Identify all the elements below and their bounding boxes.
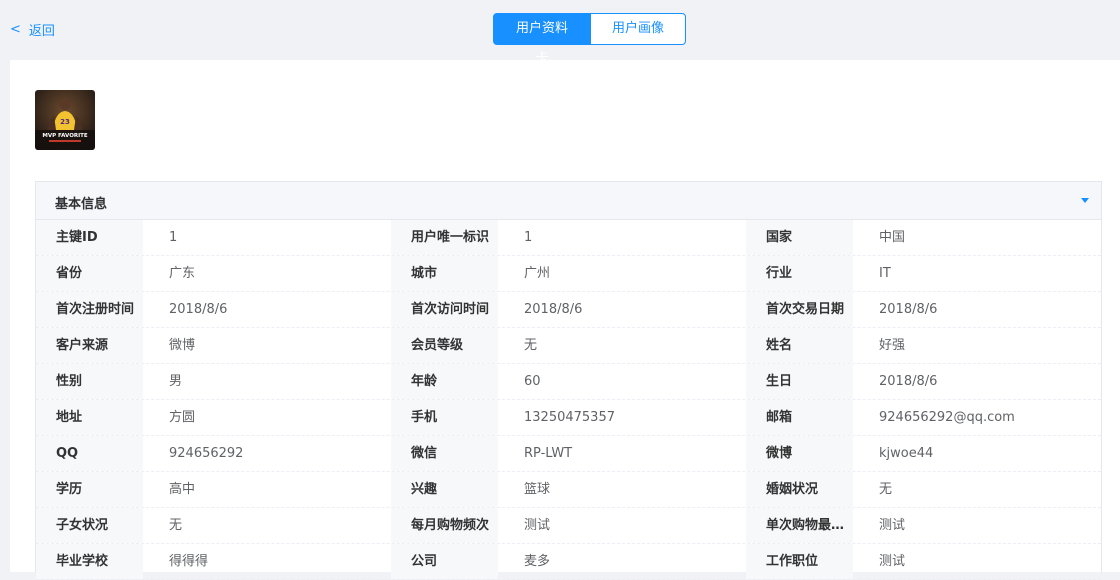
avatar-image: 23 MVP FAVORITE (35, 90, 95, 150)
field-value: 2018/8/6 (879, 302, 938, 317)
field-label: QQ (36, 436, 143, 471)
field-value: 男 (169, 374, 183, 389)
field-value: 1 (524, 230, 533, 245)
field-value: 60 (524, 374, 541, 389)
svg-text:MVP FAVORITE: MVP FAVORITE (42, 133, 88, 139)
field-value: 无 (879, 482, 893, 497)
field-label: 首次交易日期 (746, 292, 853, 327)
field-label: 兴趣 (391, 472, 498, 507)
field-label: 手机 (391, 400, 498, 435)
field-label: 地址 (36, 400, 143, 435)
field-value: 2018/8/6 (879, 374, 938, 389)
field-label: 行业 (746, 256, 853, 291)
field-value: 2018/8/6 (524, 302, 583, 317)
field-value: 924656292@qq.com (879, 410, 1015, 425)
info-grid: 主键ID 1 用户唯一标识 1 国家 中国 省份 广东 城市 广州 行业 IT … (36, 220, 1101, 580)
field-label: 工作职位 (746, 544, 853, 579)
field-value: 篮球 (524, 482, 551, 497)
field-label: 年龄 (391, 364, 498, 399)
field-value: 1 (169, 230, 178, 245)
tab-user-profile-card[interactable]: 用户资料卡 (493, 13, 591, 66)
field-label: 毕业学校 (36, 544, 143, 579)
avatar: 23 MVP FAVORITE (35, 90, 95, 150)
field-label: 主键ID (36, 220, 143, 255)
field-value: 广东 (169, 266, 196, 281)
field-value: 无 (169, 518, 183, 533)
main-content: 23 MVP FAVORITE 基本信息 主键ID 1 用户唯一标识 1 国家 … (10, 60, 1120, 580)
svg-text:23: 23 (60, 118, 70, 126)
field-value: 广州 (524, 266, 551, 281)
field-label: 国家 (746, 220, 853, 255)
field-label: 省份 (36, 256, 143, 291)
field-label: 子女状况 (36, 508, 143, 543)
field-label: 公司 (391, 544, 498, 579)
tab-user-portrait[interactable]: 用户画像 (591, 13, 686, 45)
field-label: 城市 (391, 256, 498, 291)
basic-info-panel: 基本信息 主键ID 1 用户唯一标识 1 国家 中国 省份 广东 城市 广州 行… (35, 181, 1102, 580)
back-button[interactable]: < 返回 (10, 20, 55, 39)
field-label: 用户唯一标识 (391, 220, 498, 255)
table-row: QQ 924656292 微信 RP-LWT 微博 kjwoe44 (36, 436, 1101, 472)
chevron-left-icon: < (10, 22, 21, 37)
field-value: 高中 (169, 482, 196, 497)
table-row: 地址 方圆 手机 13250475357 邮箱 924656292@qq.com (36, 400, 1101, 436)
field-label: 婚姻状况 (746, 472, 853, 507)
table-row: 客户来源 微博 会员等级 无 姓名 好强 (36, 328, 1101, 364)
panel-title: 基本信息 (55, 197, 108, 212)
field-value: 13250475357 (524, 410, 615, 425)
field-value: IT (879, 266, 891, 281)
field-value: 测试 (879, 518, 906, 533)
table-row: 子女状况 无 每月购物频次 测试 单次购物最… 测试 (36, 508, 1101, 544)
field-value: 测试 (524, 518, 551, 533)
field-value: 微博 (169, 338, 196, 353)
top-bar: < 返回 用户资料卡 用户画像 (0, 0, 1120, 66)
field-value: RP-LWT (524, 446, 573, 461)
field-value: 方圆 (169, 410, 196, 425)
field-label: 首次注册时间 (36, 292, 143, 327)
field-label: 姓名 (746, 328, 853, 363)
field-label: 学历 (36, 472, 143, 507)
field-label: 每月购物频次 (391, 508, 498, 543)
field-value: 2018/8/6 (169, 302, 228, 317)
field-label: 会员等级 (391, 328, 498, 363)
field-value: 得得得 (169, 554, 209, 569)
field-value: kjwoe44 (879, 446, 934, 461)
field-value: 麦多 (524, 554, 551, 569)
collapse-caret-icon[interactable] (1081, 198, 1089, 203)
field-label: 邮箱 (746, 400, 853, 435)
back-label: 返回 (28, 24, 55, 39)
field-value: 无 (524, 338, 538, 353)
field-label: 单次购物最… (746, 508, 853, 543)
table-row: 主键ID 1 用户唯一标识 1 国家 中国 (36, 220, 1101, 256)
basic-info-header[interactable]: 基本信息 (36, 182, 1101, 220)
table-row: 性别 男 年龄 60 生日 2018/8/6 (36, 364, 1101, 400)
field-label: 客户来源 (36, 328, 143, 363)
field-value: 测试 (879, 554, 906, 569)
field-value: 924656292 (169, 446, 244, 461)
table-row: 首次注册时间 2018/8/6 首次访问时间 2018/8/6 首次交易日期 2… (36, 292, 1101, 328)
field-label: 首次访问时间 (391, 292, 498, 327)
field-label: 生日 (746, 364, 853, 399)
table-row: 毕业学校 得得得 公司 麦多 工作职位 测试 (36, 544, 1101, 580)
table-row: 学历 高中 兴趣 篮球 婚姻状况 无 (36, 472, 1101, 508)
field-value: 好强 (879, 338, 906, 353)
field-label: 性别 (36, 364, 143, 399)
field-label: 微博 (746, 436, 853, 471)
table-row: 省份 广东 城市 广州 行业 IT (36, 256, 1101, 292)
field-value: 中国 (879, 230, 906, 245)
view-switch: 用户资料卡 用户画像 (493, 13, 686, 66)
field-label: 微信 (391, 436, 498, 471)
